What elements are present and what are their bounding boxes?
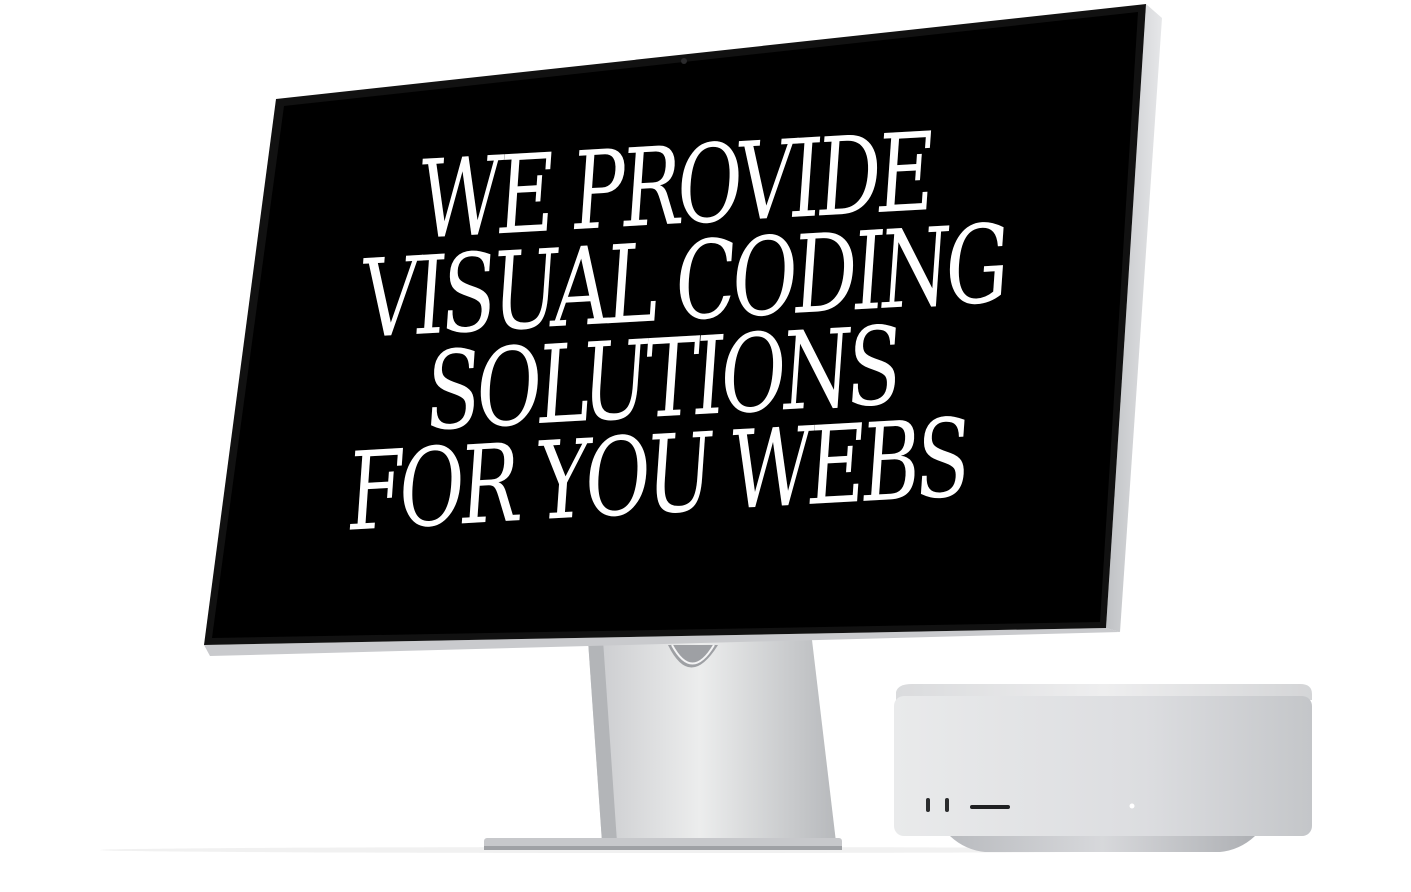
sd-card-slot-icon [970,805,1010,809]
monitor-stand [484,640,842,850]
usb-c-port-icon [945,798,949,812]
mac-studio [894,684,1312,852]
usb-c-port-icon [926,798,930,812]
camera-icon [681,58,687,64]
power-light-icon [1129,803,1135,809]
product-scene: WE PROVIDE VISUAL CODING SOLUTIONS FOR Y… [0,0,1411,892]
headline-line-4: FOR YOU WEBS [343,395,971,556]
screen-headline: WE PROVIDE VISUAL CODING SOLUTIONS FOR Y… [237,110,1094,556]
